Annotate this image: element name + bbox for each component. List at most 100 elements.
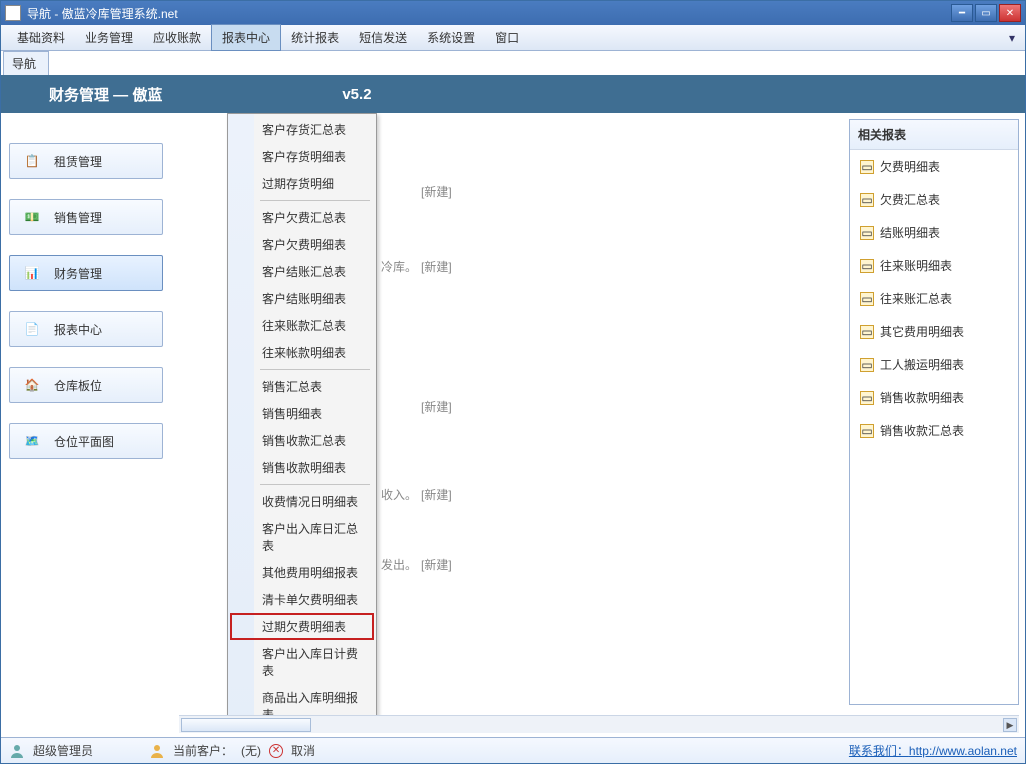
sidebar-label: 仓库板位 (54, 377, 102, 394)
related-report-item[interactable]: ▭工人搬运明细表 (850, 348, 1018, 381)
ghost-text-1: 冷库。 (381, 258, 417, 275)
app-icon (5, 5, 21, 21)
sidebar-icon: 💵 (20, 205, 44, 229)
menu-item[interactable]: 窗口 (485, 25, 529, 50)
related-report-item[interactable]: ▭ 销售收款汇总表 (850, 414, 1018, 447)
related-report-label: 欠费汇总表 (880, 191, 940, 208)
contact-link[interactable]: 联系我们：http://www.aolan.net (849, 742, 1017, 759)
workspace: 导航 财务管理 — 傲蓝 v5.2 📋租赁管理 💵 销售管理 📊财务管理 📄报表中心 🏠 仓… (1, 51, 1025, 737)
related-report-label: 销售收款汇总表 (880, 422, 964, 439)
related-report-item[interactable]: ▭欠费明细表 (850, 150, 1018, 183)
menu-item[interactable]: 短信发送 (349, 25, 417, 50)
status-customer-label: 当前客户： (173, 742, 233, 759)
related-report-label: 往来账汇总表 (880, 290, 952, 307)
menu-item[interactable]: 统计报表 (281, 25, 349, 50)
dropdown-item[interactable]: 清卡单欠费明细表 (230, 586, 374, 613)
related-report-item[interactable]: ▭ 其它费用明细表 (850, 315, 1018, 348)
sidebar: 📋租赁管理 💵 销售管理 📊财务管理 📄报表中心 🏠 仓库板位 🗺️仓位平面图 (1, 113, 171, 715)
ghost-text-2: 收入。 (381, 486, 417, 503)
ghost-new-4[interactable]: [新建] (421, 486, 452, 503)
sidebar-label: 销售管理 (54, 209, 102, 226)
dropdown-separator (260, 200, 370, 201)
close-button[interactable]: ✕ (999, 4, 1021, 22)
sidebar-button[interactable]: 📋租赁管理 (9, 143, 163, 179)
related-report-item[interactable]: ▭ 销售收款明细表 (850, 381, 1018, 414)
dropdown-item[interactable]: 过期存货明细 (230, 170, 374, 197)
related-report-item[interactable]: ▭欠费汇总表 (850, 183, 1018, 216)
related-report-item[interactable]: ▭ 往来账汇总表 (850, 282, 1018, 315)
sidebar-icon: 🗺️ (20, 429, 44, 453)
related-report-item[interactable]: ▭ 结账明细表 (850, 216, 1018, 249)
dropdown-item[interactable]: 客户出入库日汇总表 (230, 515, 374, 559)
ghost-new-1[interactable]: [新建] (421, 183, 452, 200)
cancel-icon[interactable]: ✕ (269, 744, 283, 758)
related-report-label: 往来账明细表 (880, 257, 952, 274)
dropdown-item[interactable]: 销售明细表 (230, 400, 374, 427)
cancel-label[interactable]: 取消 (291, 742, 315, 759)
dropdown-item[interactable]: 销售汇总表 (230, 373, 374, 400)
menu-overflow-icon[interactable]: ▾ (1005, 31, 1019, 45)
sidebar-button[interactable]: 📊财务管理 (9, 255, 163, 291)
body-area: 📋租赁管理 💵 销售管理 📊财务管理 📄报表中心 🏠 仓库板位 🗺️仓位平面图 [新建] 冷库… (1, 113, 1025, 715)
header-title-left: 财务管理 — 傲蓝 (49, 84, 162, 105)
dropdown-item[interactable]: 客户结账明细表 (230, 285, 374, 312)
dropdown-item[interactable]: 过期欠费明细表 (230, 613, 374, 640)
document-tab-strip: 导航 (1, 51, 1025, 75)
dropdown-separator (260, 369, 370, 370)
report-icon: ▭ (860, 424, 874, 438)
report-icon: ▭ (860, 325, 874, 339)
report-icon: ▭ (860, 226, 874, 240)
dropdown-item[interactable]: 客户存货汇总表 (230, 116, 374, 143)
dropdown-item[interactable]: 商品出入库明细报表 (230, 684, 374, 715)
title-bar: 导航 - 傲蓝冷库管理系统.net ━ ▭ ✕ (1, 1, 1025, 25)
dropdown-item[interactable]: 客户欠费汇总表 (230, 204, 374, 231)
dropdown-item[interactable]: 销售收款明细表 (230, 454, 374, 481)
related-report-label: 其它费用明细表 (880, 323, 964, 340)
dropdown-item[interactable]: 收费情况日明细表 (230, 488, 374, 515)
scrollbar-thumb[interactable] (181, 718, 311, 732)
dropdown-item[interactable]: 客户存货明细表 (230, 143, 374, 170)
dropdown-item[interactable]: 客户欠费明细表 (230, 231, 374, 258)
report-icon: ▭ (860, 160, 874, 174)
scrollbar-right-arrow[interactable]: ▶ (1003, 718, 1017, 732)
status-user: 超级管理员 (33, 742, 93, 759)
ghost-text-3: 发出。 (381, 556, 417, 573)
dropdown-item[interactable]: 销售收款汇总表 (230, 427, 374, 454)
menu-item[interactable]: 业务管理 (75, 25, 143, 50)
related-reports-title: 相关报表 (850, 120, 1018, 150)
user-icon (9, 743, 25, 759)
tab-nav[interactable]: 导航 (3, 51, 49, 75)
dropdown-item[interactable]: 往来账款汇总表 (230, 312, 374, 339)
dropdown-item[interactable]: 往来帐款明细表 (230, 339, 374, 366)
sidebar-button[interactable]: 🏠 仓库板位 (9, 367, 163, 403)
related-report-label: 销售收款明细表 (880, 389, 964, 406)
dropdown-item[interactable]: 客户结账汇总表 (230, 258, 374, 285)
related-report-item[interactable]: ▭往来账明细表 (850, 249, 1018, 282)
sidebar-icon: 🏠 (20, 373, 44, 397)
sidebar-button[interactable]: 📄报表中心 (9, 311, 163, 347)
dropdown-item[interactable]: 客户出入库日计费表 (230, 640, 374, 684)
minimize-button[interactable]: ━ (951, 4, 973, 22)
report-icon: ▭ (860, 391, 874, 405)
maximize-button[interactable]: ▭ (975, 4, 997, 22)
page-header: 财务管理 — 傲蓝 v5.2 (1, 75, 1025, 113)
related-report-label: 结账明细表 (880, 224, 940, 241)
sidebar-label: 财务管理 (54, 265, 102, 282)
menu-item[interactable]: 基础资料 (7, 25, 75, 50)
horizontal-scrollbar[interactable]: ▶ (179, 715, 1019, 733)
dropdown-item[interactable]: 其他费用明细报表 (230, 559, 374, 586)
menu-item[interactable]: 系统设置 (417, 25, 485, 50)
ghost-new-5[interactable]: [新建] (421, 556, 452, 573)
status-bar: 超级管理员 当前客户： (无) ✕ 取消 联系我们：http://www.aol… (1, 737, 1025, 763)
sidebar-button[interactable]: 🗺️仓位平面图 (9, 423, 163, 459)
sidebar-label: 报表中心 (54, 321, 102, 338)
status-customer-value: (无) (241, 742, 261, 759)
sidebar-icon: 📋 (20, 149, 44, 173)
ghost-new-3[interactable]: [新建] (421, 398, 452, 415)
report-center-dropdown: 客户存货汇总表客户存货明细表过期存货明细客户欠费汇总表客户欠费明细表客户结账汇总… (227, 113, 377, 715)
menu-item[interactable]: 应收账款 (143, 25, 211, 50)
menu-item[interactable]: 报表中心 (211, 24, 281, 51)
ghost-new-2[interactable]: [新建] (421, 258, 452, 275)
sidebar-button[interactable]: 💵 销售管理 (9, 199, 163, 235)
report-icon: ▭ (860, 292, 874, 306)
